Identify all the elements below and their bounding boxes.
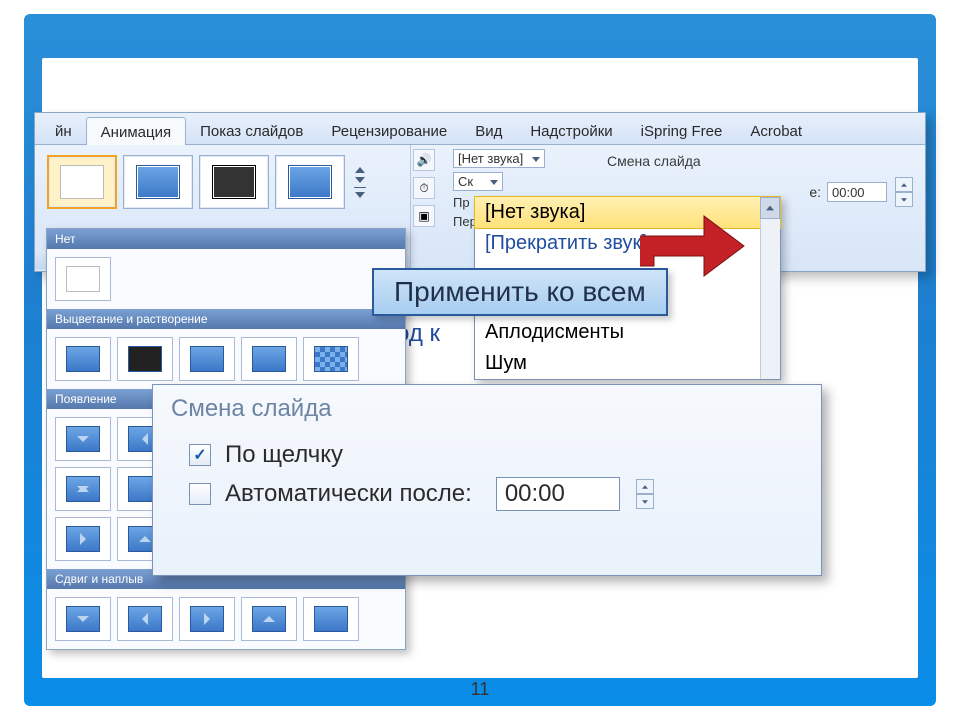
spinner-down-icon[interactable] xyxy=(636,494,654,509)
gallery-section-fade: Выцветание и растворение xyxy=(47,309,405,329)
sound-scroll-up[interactable] xyxy=(760,197,780,219)
sound-icon[interactable]: 🔊 xyxy=(413,149,435,171)
ribbon-tab-ispring[interactable]: iSpring Free xyxy=(627,117,737,144)
slide-title: Переходы слайдов xyxy=(24,70,936,118)
spinner-up-icon[interactable] xyxy=(636,479,654,494)
after-time-spinner-small[interactable] xyxy=(895,177,913,207)
advance-popup-header: Смена слайда xyxy=(171,395,803,423)
apply-all-label-fragment: Пр xyxy=(453,195,470,210)
transition-thumb-cut[interactable] xyxy=(275,155,345,209)
gallery-section-none: Нет xyxy=(47,229,405,249)
on-click-row[interactable]: По щелчку xyxy=(189,441,803,469)
on-click-label: По щелчку xyxy=(225,441,343,469)
auto-after-row[interactable]: Автоматически после: 00:00 xyxy=(189,477,803,511)
gallery-thumb-wipe-1[interactable] xyxy=(55,417,111,461)
gallery-thumb-fade-3[interactable] xyxy=(179,337,235,381)
on-click-checkbox[interactable] xyxy=(189,444,211,466)
gallery-thumb-fade-2[interactable] xyxy=(117,337,173,381)
sound-item-applause[interactable]: Аплодисменты xyxy=(475,317,780,348)
auto-after-label: Автоматически после: xyxy=(225,480,472,508)
sound-item-noise[interactable]: Шум xyxy=(475,348,780,379)
speed-icon[interactable]: ⏱ xyxy=(413,177,435,199)
gallery-thumb-fade-5[interactable] xyxy=(303,337,359,381)
ribbon-tab-review[interactable]: Рецензирование xyxy=(317,117,461,144)
sound-scrollbar[interactable] xyxy=(760,197,780,379)
gallery-thumb-cover-5[interactable] xyxy=(303,597,359,641)
auto-after-checkbox[interactable] xyxy=(189,483,211,505)
sound-combobox[interactable]: [Нет звука] xyxy=(453,149,545,168)
ribbon-mini-button-col: 🔊 ⏱ ▣ xyxy=(411,145,439,271)
gallery-more-button[interactable] xyxy=(351,155,369,209)
auto-after-time-input[interactable]: 00:00 xyxy=(496,477,620,511)
ribbon-tabstrip: йн Анимация Показ слайдов Рецензирование… xyxy=(35,113,925,145)
gallery-thumb-fade-1[interactable] xyxy=(55,337,111,381)
transition-thumb-none[interactable] xyxy=(47,155,117,209)
ribbon-tab-addins[interactable]: Надстройки xyxy=(516,117,626,144)
gallery-thumb-cover-3[interactable] xyxy=(179,597,235,641)
after-label-fragment: е: xyxy=(809,184,821,200)
ribbon-tab-animation[interactable]: Анимация xyxy=(86,117,186,145)
ribbon-tab-design[interactable]: йн xyxy=(41,117,86,144)
gallery-thumb-cover-4[interactable] xyxy=(241,597,297,641)
ribbon-tab-view[interactable]: Вид xyxy=(461,117,516,144)
sound-field-row: [Нет звука] xyxy=(453,149,581,168)
speed-field-row: Ск xyxy=(453,172,581,191)
speed-combobox[interactable]: Ск xyxy=(453,172,503,191)
gallery-thumb-fade-4[interactable] xyxy=(241,337,297,381)
transition-gallery xyxy=(43,151,402,213)
after-time-input-small[interactable]: 00:00 xyxy=(827,182,887,202)
transition-thumb-fade[interactable] xyxy=(123,155,193,209)
callout-text: Применить ко всем xyxy=(394,276,646,307)
advance-slide-popup: Смена слайда По щелчку Автоматически пос… xyxy=(152,384,822,576)
gallery-thumb-cover-1[interactable] xyxy=(55,597,111,641)
gallery-thumb-wipe-11[interactable] xyxy=(55,517,111,561)
transition-thumb-fadeblack[interactable] xyxy=(199,155,269,209)
gallery-thumb-cover-2[interactable] xyxy=(117,597,173,641)
auto-after-spinner[interactable] xyxy=(636,479,654,509)
gallery-thumb-none[interactable] xyxy=(55,257,111,301)
page-number: 11 xyxy=(0,679,960,700)
apply-all-icon[interactable]: ▣ xyxy=(413,205,435,227)
apply-to-all-callout: Применить ко всем xyxy=(372,268,668,316)
gallery-thumb-wipe-6[interactable] xyxy=(55,467,111,511)
advance-header-small: Смена слайда xyxy=(607,153,913,169)
ribbon-tab-slideshow[interactable]: Показ слайдов xyxy=(186,117,317,144)
ribbon-tab-acrobat[interactable]: Acrobat xyxy=(736,117,816,144)
